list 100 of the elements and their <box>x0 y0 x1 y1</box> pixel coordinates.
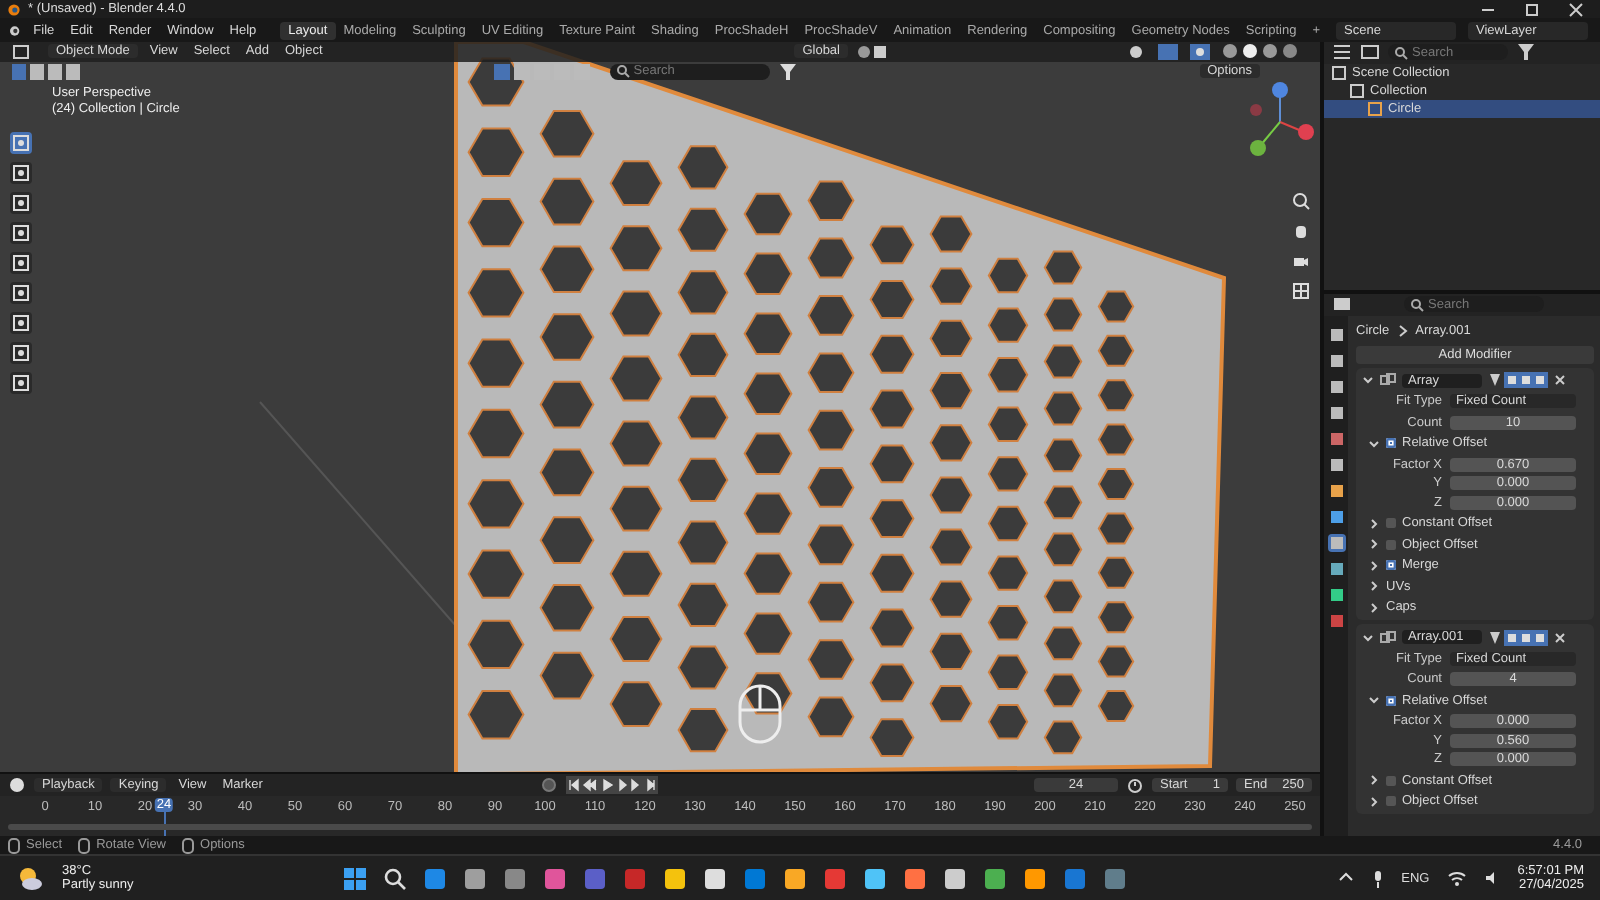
hexagon-hole <box>677 269 729 314</box>
hexagon-hole <box>929 632 973 670</box>
tool-icon[interactable] <box>10 191 32 214</box>
hexagon-hole <box>609 550 663 597</box>
checkbox[interactable] <box>1386 695 1396 706</box>
checkbox[interactable] <box>1386 560 1396 571</box>
tool-icon[interactable] <box>10 251 32 274</box>
hexagon-hole <box>609 680 663 727</box>
hexagon-hole <box>807 180 855 221</box>
modifier-toggles-icon[interactable] <box>1488 629 1548 646</box>
hexagon-hole <box>1043 250 1083 284</box>
hexagon-hole <box>609 224 663 271</box>
close-icon[interactable] <box>1554 374 1566 387</box>
visibility-icon[interactable] <box>1124 43 1148 60</box>
speaker-icon[interactable] <box>1483 870 1500 887</box>
collapse-chevron-icon[interactable] <box>1362 631 1374 644</box>
hexagon-hole <box>1097 378 1135 411</box>
overlay-toggle-icon[interactable] <box>1188 43 1212 60</box>
record-icon[interactable] <box>540 775 558 794</box>
hexagon-hole <box>1097 290 1135 322</box>
tool-icon[interactable] <box>10 281 32 304</box>
app-icon[interactable] <box>704 867 727 890</box>
tool-icon[interactable] <box>10 371 32 394</box>
app-icon[interactable] <box>904 867 927 890</box>
editor-type-icon[interactable] <box>1332 44 1352 61</box>
hexagon-hole <box>743 432 793 475</box>
hexagon-hole <box>539 177 595 225</box>
hexagon-hole <box>807 524 855 565</box>
hexagon-hole <box>929 319 973 357</box>
display-mode-icon[interactable] <box>1360 44 1380 61</box>
mouse-button-icon <box>78 837 91 854</box>
hexagon-hole <box>467 267 525 318</box>
hexagon-hole <box>1097 512 1135 544</box>
snap-icon[interactable] <box>856 43 888 60</box>
collapse-chevron-icon[interactable] <box>1362 374 1374 387</box>
tool-icon[interactable] <box>10 221 32 244</box>
app-icon[interactable] <box>1024 867 1047 890</box>
search-icon[interactable] <box>384 867 407 890</box>
app-icon[interactable] <box>464 867 487 890</box>
hexagon-hole <box>609 159 663 206</box>
weather-icon[interactable] <box>16 864 44 893</box>
app-icon[interactable] <box>944 867 967 890</box>
hexagon-hole <box>1097 689 1135 722</box>
app-icon[interactable] <box>664 867 687 890</box>
tool-icon[interactable] <box>10 131 32 154</box>
hexagon-hole <box>929 215 973 253</box>
hexagon-hole <box>869 389 915 428</box>
stopwatch-icon[interactable] <box>1126 775 1144 794</box>
playback-controls-icon[interactable] <box>566 775 658 794</box>
app-icon[interactable] <box>784 867 807 890</box>
windows-logo-icon[interactable] <box>344 867 367 890</box>
hexagon-hole <box>467 549 525 599</box>
hexagon-hole <box>743 312 793 355</box>
tool-icon[interactable] <box>10 341 32 364</box>
hexagon-hole <box>807 294 855 336</box>
hexagon-hole <box>929 528 973 566</box>
hexagon-hole <box>609 355 663 401</box>
hexagon-hole <box>467 197 525 247</box>
hexagon-hole <box>869 553 915 593</box>
checkbox[interactable] <box>1386 438 1396 449</box>
hexagon-hole <box>987 703 1029 740</box>
editor-type-icon[interactable] <box>1332 296 1352 313</box>
checkbox[interactable] <box>1386 518 1396 529</box>
checkbox[interactable] <box>1386 539 1396 550</box>
wifi-icon[interactable] <box>1447 870 1466 887</box>
hexagon-hole <box>743 552 793 595</box>
hexagon-hole <box>1043 438 1083 472</box>
microphone-icon[interactable] <box>1371 869 1384 888</box>
hexagon-hole <box>1097 600 1135 633</box>
app-icon[interactable] <box>864 867 887 890</box>
hexagon-hole <box>1043 673 1083 707</box>
hexagon-hole <box>929 476 973 514</box>
hexagon-hole <box>743 612 793 655</box>
collapse-chevron-icon[interactable] <box>1368 437 1380 450</box>
app-icon[interactable] <box>984 867 1007 890</box>
close-icon[interactable] <box>1568 1 1584 18</box>
hexagon-hole <box>609 485 663 532</box>
hexagon-hole <box>467 478 525 528</box>
checkbox[interactable] <box>1386 775 1396 786</box>
hexagon-hole <box>539 515 595 564</box>
tool-icon[interactable] <box>10 161 32 184</box>
hexagon-hole <box>677 395 729 439</box>
collapse-chevron-icon[interactable] <box>1368 694 1380 707</box>
mouse-button-icon <box>182 837 195 854</box>
tool-icon[interactable] <box>10 311 32 334</box>
maximize-icon[interactable] <box>1524 1 1540 18</box>
checkbox[interactable] <box>1386 796 1396 807</box>
zoom-icon[interactable] <box>1292 191 1310 210</box>
mouse-icon <box>738 684 782 744</box>
close-icon[interactable] <box>1554 631 1566 644</box>
hexagon-hole <box>1043 626 1083 660</box>
hand-icon[interactable] <box>1292 221 1310 240</box>
hexagon-hole <box>467 338 525 388</box>
hexagon-hole <box>987 604 1029 640</box>
grid-icon[interactable] <box>1292 281 1310 300</box>
gizmo-toggle-icon[interactable] <box>1156 43 1180 60</box>
modifier-toggles-icon[interactable] <box>1488 372 1548 389</box>
timeline-scrollbar[interactable] <box>8 823 1312 830</box>
navigation-gizmo-icon[interactable] <box>1250 81 1314 156</box>
hexagon-hole <box>1097 467 1135 500</box>
